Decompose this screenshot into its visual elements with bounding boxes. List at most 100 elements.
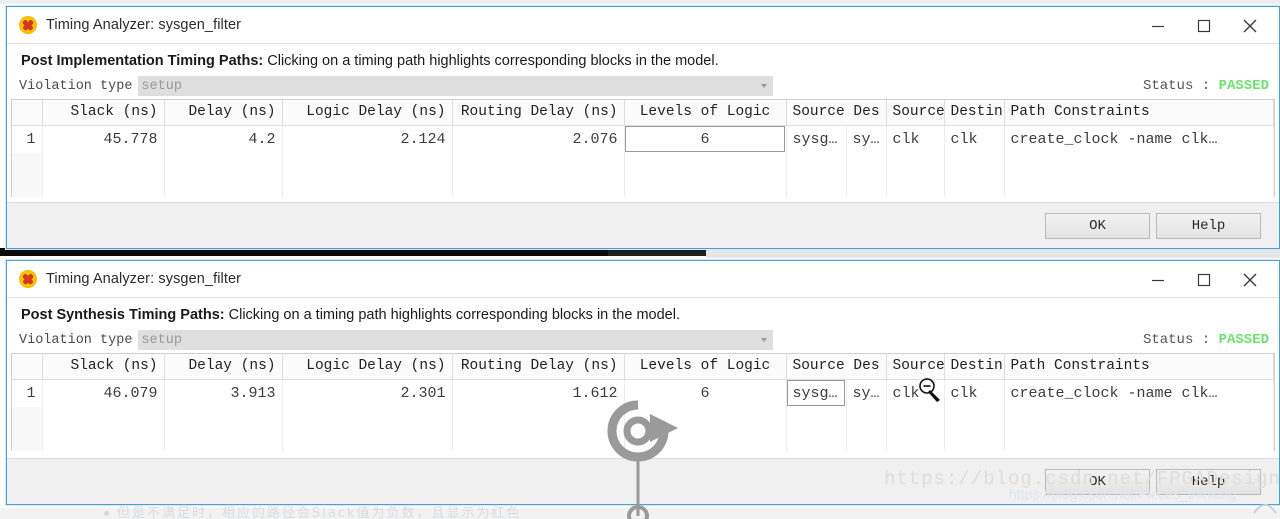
- minimize-icon[interactable]: [1135, 263, 1181, 297]
- status-value: PASSED: [1218, 332, 1269, 348]
- ok-button[interactable]: OK: [1045, 468, 1150, 495]
- cell-empty: [12, 153, 43, 181]
- close-icon[interactable]: [1227, 9, 1273, 43]
- th-rownum[interactable]: [12, 100, 43, 126]
- violation-type-value: setup: [141, 78, 182, 94]
- cell-routing-delay[interactable]: 1.612: [452, 379, 625, 407]
- cell-empty: [886, 153, 945, 181]
- th-logic-delay[interactable]: Logic Delay (ns): [282, 354, 453, 380]
- timing-paths-table: Slack (ns) Delay (ns) Logic Delay (ns) R…: [12, 354, 1274, 451]
- cell-path-constraints[interactable]: create_clock -name clk…: [1004, 125, 1274, 153]
- cell-empty: [786, 435, 847, 451]
- th-source-des[interactable]: Source Des: [786, 100, 887, 126]
- cell-destination-clock[interactable]: clk: [944, 379, 1005, 407]
- window-titlebar[interactable]: Timing Analyzer: sysgen_filter: [7, 261, 1279, 298]
- cell-source-des-2[interactable]: sy…: [846, 379, 887, 407]
- th-delay[interactable]: Delay (ns): [164, 100, 283, 126]
- cell-levels-of-logic[interactable]: 6: [624, 379, 787, 407]
- timing-paths-table-container[interactable]: Slack (ns) Delay (ns) Logic Delay (ns) R…: [11, 353, 1275, 451]
- window-title: Timing Analyzer: sysgen_filter: [46, 17, 242, 33]
- cell-logic-delay[interactable]: 2.301: [282, 379, 453, 407]
- th-path-constraints[interactable]: Path Constraints: [1004, 100, 1274, 126]
- cell-source-des[interactable]: sysg…: [786, 379, 847, 407]
- th-levels-of-logic[interactable]: Levels of Logic: [624, 354, 787, 380]
- cell-delay[interactable]: 3.913: [164, 379, 283, 407]
- cell-empty: [786, 181, 847, 197]
- cell-empty: [1004, 153, 1274, 181]
- status-label: Status :: [1142, 78, 1211, 94]
- timing-analyzer-window-post-synthesis: Timing Analyzer: sysgen_filter Post Synt…: [6, 260, 1280, 505]
- timing-paths-table-container[interactable]: Slack (ns) Delay (ns) Logic Delay (ns) R…: [11, 99, 1275, 197]
- panel-description: Post Implementation Timing Paths: Clicki…: [7, 44, 1279, 75]
- window-footer: OK Help: [7, 202, 1279, 248]
- cell-empty: [846, 181, 887, 197]
- cell-empty: [42, 407, 165, 435]
- cell-empty: [42, 435, 165, 451]
- cell-empty: [1004, 407, 1274, 435]
- help-button[interactable]: Help: [1156, 468, 1261, 495]
- cell-destination-clock[interactable]: clk: [944, 125, 1005, 153]
- cell-empty: [846, 407, 887, 435]
- th-source[interactable]: Source: [886, 354, 945, 380]
- th-slack[interactable]: Slack (ns): [42, 100, 165, 126]
- help-button[interactable]: Help: [1156, 212, 1261, 239]
- panel-description: Post Synthesis Timing Paths: Clicking on…: [7, 298, 1279, 329]
- th-levels-of-logic[interactable]: Levels of Logic: [624, 100, 787, 126]
- cell-empty: [786, 153, 847, 181]
- cell-rownum: 1: [12, 379, 43, 407]
- cell-empty: [1004, 435, 1274, 451]
- cell-source-des[interactable]: sysg…: [786, 125, 847, 153]
- th-destination[interactable]: Destin: [944, 100, 1005, 126]
- th-source[interactable]: Source: [886, 100, 945, 126]
- cell-slack[interactable]: 45.778: [42, 125, 165, 153]
- window-footer: OK Help: [7, 458, 1279, 504]
- violation-type-label: Violation type: [19, 332, 133, 348]
- cell-path-constraints[interactable]: create_clock -name clk…: [1004, 379, 1274, 407]
- th-destination[interactable]: Destin: [944, 354, 1005, 380]
- th-rownum[interactable]: [12, 354, 43, 380]
- cell-empty: [1004, 181, 1274, 197]
- cell-slack[interactable]: 46.079: [42, 379, 165, 407]
- th-routing-delay[interactable]: Routing Delay (ns): [452, 354, 625, 380]
- violation-type-select[interactable]: setup: [138, 330, 774, 350]
- window-titlebar[interactable]: Timing Analyzer: sysgen_filter: [7, 7, 1279, 44]
- status-value: PASSED: [1218, 78, 1269, 94]
- maximize-icon[interactable]: [1181, 263, 1227, 297]
- cell-source-clock[interactable]: clk: [886, 125, 945, 153]
- cell-routing-delay[interactable]: 2.076: [452, 125, 625, 153]
- table-header-row: Slack (ns) Delay (ns) Logic Delay (ns) R…: [12, 100, 1274, 126]
- cell-empty: [452, 435, 625, 451]
- th-slack[interactable]: Slack (ns): [42, 354, 165, 380]
- table-empty-row: [12, 435, 1274, 451]
- th-logic-delay[interactable]: Logic Delay (ns): [282, 100, 453, 126]
- cell-logic-delay[interactable]: 2.124: [282, 125, 453, 153]
- cell-empty: [164, 153, 283, 181]
- th-source-des[interactable]: Source Des: [786, 354, 887, 380]
- cell-empty: [944, 435, 1005, 451]
- cell-empty: [944, 153, 1005, 181]
- cell-empty: [164, 435, 283, 451]
- th-delay[interactable]: Delay (ns): [164, 354, 283, 380]
- cell-source-clock[interactable]: clk: [886, 379, 945, 407]
- th-path-constraints[interactable]: Path Constraints: [1004, 354, 1274, 380]
- table-row[interactable]: 1 46.079 3.913 2.301 1.612 6 sysg… sy… c…: [12, 379, 1274, 407]
- violation-type-bar: Violation type setup Status : PASSED: [11, 329, 1275, 351]
- th-routing-delay[interactable]: Routing Delay (ns): [452, 100, 625, 126]
- table-row[interactable]: 1 45.778 4.2 2.124 2.076 6 sysg… sy… clk…: [12, 125, 1274, 153]
- cell-source-des-2[interactable]: sy…: [846, 125, 887, 153]
- window-controls: [1135, 7, 1273, 44]
- cell-empty: [12, 435, 43, 451]
- background-top-strip: [0, 0, 1280, 4]
- violation-type-select[interactable]: setup: [138, 76, 774, 96]
- cell-empty: [624, 153, 787, 181]
- cell-empty: [886, 181, 945, 197]
- minimize-icon[interactable]: [1135, 9, 1181, 43]
- ok-button[interactable]: OK: [1045, 212, 1150, 239]
- status-badge: Status : PASSED: [1143, 332, 1275, 348]
- cell-delay[interactable]: 4.2: [164, 125, 283, 153]
- cell-levels-of-logic[interactable]: 6: [624, 125, 787, 153]
- cell-empty: [624, 181, 787, 197]
- cell-empty: [786, 407, 847, 435]
- close-icon[interactable]: [1227, 263, 1273, 297]
- maximize-icon[interactable]: [1181, 9, 1227, 43]
